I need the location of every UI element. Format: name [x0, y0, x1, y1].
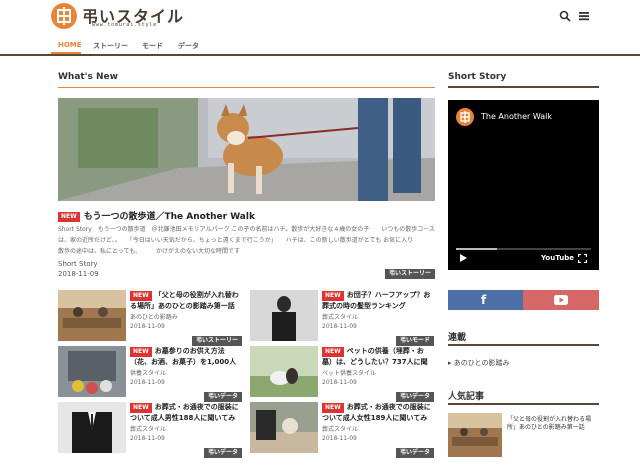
popular-divider: [448, 403, 599, 405]
new-badge: NEW: [322, 347, 344, 357]
card-category: 葬式スタイル: [322, 426, 359, 433]
popular-title: 人気記事: [448, 392, 485, 402]
short-story-divider: [448, 86, 599, 88]
card-thumbnail[interactable]: [58, 290, 126, 341]
nav-story[interactable]: ストーリー: [93, 41, 128, 51]
whats-new-title: What's New: [58, 72, 118, 82]
article-card[interactable]: NEW お団子？ハーフアップ？お葬式の時の髪型ランキング 葬式スタイル 2018-…: [250, 290, 434, 346]
series-title: 連載: [448, 333, 467, 343]
new-badge: NEW: [130, 291, 152, 301]
youtube-icon: [554, 295, 568, 305]
card-body: NEWお墓参りのお供え方法（花、お酒、お菓子）を1,000人に聞いてみた 供養ス…: [130, 346, 242, 386]
card-date: 2018-11-09: [130, 323, 165, 330]
card-title[interactable]: NEWお墓参りのお供え方法（花、お酒、お菓子）を1,000人に聞いてみた: [130, 346, 242, 366]
facebook-button[interactable]: f: [448, 290, 523, 310]
article-card[interactable]: NEWお葬式・お通夜での服装について成人女性189人に聞いてみた 葬式スタイル …: [250, 402, 434, 458]
card-category: 供養スタイル: [130, 370, 167, 377]
nav-mode[interactable]: モード: [142, 41, 163, 51]
video-title[interactable]: The Another Walk: [481, 112, 552, 121]
card-title[interactable]: NEWペットの供養（埋葬・お墓）は、どうしたい？737人に聞いてみた: [322, 346, 434, 366]
nav-active-indicator: [51, 52, 81, 54]
card-category-badge[interactable]: 弔いモード: [395, 336, 434, 346]
card-body: NEWお葬式・お通夜での服装について成人女性189人に聞いてみた 葬式スタイル …: [322, 402, 434, 442]
card-thumbnail[interactable]: [250, 290, 318, 341]
video-progress-fill: [456, 248, 497, 250]
article-card[interactable]: NEWペットの供養（埋葬・お墓）は、どうしたい？737人に聞いてみた ペット供養…: [250, 346, 434, 402]
new-badge: NEW: [130, 403, 152, 413]
whats-new-divider: [58, 87, 435, 88]
card-thumbnail[interactable]: [250, 402, 318, 453]
article-card[interactable]: NEWお墓参りのお供え方法（花、お酒、お菓子）を1,000人に聞いてみた 供養ス…: [58, 346, 242, 402]
card-body: NEW お団子？ハーフアップ？お葬式の時の髪型ランキング 葬式スタイル 2018-…: [322, 290, 434, 330]
hero-date: 2018-11-09: [58, 270, 99, 278]
popular-thumbnail[interactable]: [448, 413, 502, 457]
play-icon[interactable]: [458, 253, 468, 263]
hamburger-menu-icon[interactable]: [578, 10, 590, 22]
youtube-button[interactable]: [523, 290, 599, 310]
hero-image[interactable]: [58, 98, 435, 201]
card-category: 葬式スタイル: [130, 426, 167, 433]
card-category: 葬式スタイル: [322, 314, 359, 321]
hero-category-badge[interactable]: 弔いストーリー: [385, 269, 436, 279]
logo-mark-icon[interactable]: [51, 3, 77, 29]
new-badge: NEW: [58, 212, 80, 222]
hero-excerpt: Short Story もう一つの散歩道 ＠北鎌池田メモリアルパーク この子の名…: [58, 226, 435, 255]
card-body: NEWペットの供養（埋葬・お墓）は、どうしたい？737人に聞いてみた ペット供養…: [322, 346, 434, 386]
card-category-badge[interactable]: 弔いデータ: [395, 392, 434, 402]
new-badge: NEW: [130, 347, 152, 357]
card-category-badge[interactable]: 弔いデータ: [203, 392, 242, 402]
card-category-badge[interactable]: 弔いデータ: [203, 448, 242, 458]
popular-title-link[interactable]: 「父と母の役割が入れ替わる場所」あのひとの影踏み第一話: [507, 416, 599, 432]
card-title[interactable]: NEW 「父と母の役割が入れ替わる場所」あのひとの影踏み第一話: [130, 290, 242, 310]
hero-title-text[interactable]: もう一つの散歩道／The Another Walk: [84, 212, 255, 222]
channel-logo-icon[interactable]: [456, 108, 474, 126]
card-title[interactable]: NEWお葬式・お通夜での服装について成人男性188人に聞いてみた: [130, 402, 242, 422]
fullscreen-icon[interactable]: [577, 253, 588, 264]
card-title[interactable]: NEW お団子？ハーフアップ？お葬式の時の髪型ランキング: [322, 290, 434, 310]
series-item[interactable]: ▸ あのひとの影踏み: [448, 358, 509, 368]
card-thumbnail[interactable]: [58, 346, 126, 397]
card-date: 2018-11-09: [130, 379, 165, 386]
card-thumbnail[interactable]: [58, 402, 126, 453]
series-divider: [448, 344, 599, 346]
card-category-badge[interactable]: 弔いデータ: [395, 448, 434, 458]
card-body: NEW 「父と母の役割が入れ替わる場所」あのひとの影踏み第一話 あのひとの影踏み …: [130, 290, 242, 330]
card-date: 2018-11-09: [322, 435, 357, 442]
main-nav: HOME ストーリー モード データ: [0, 36, 640, 56]
card-category: あのひとの影踏み: [130, 314, 178, 321]
new-badge: NEW: [322, 291, 344, 301]
card-title[interactable]: NEWお葬式・お通夜での服装について成人女性189人に聞いてみた: [322, 402, 434, 422]
new-badge: NEW: [322, 403, 344, 413]
card-category-badge[interactable]: 弔いストーリー: [191, 336, 242, 346]
search-icon[interactable]: [559, 10, 571, 22]
nav-home[interactable]: HOME: [58, 41, 82, 49]
facebook-icon: f: [481, 293, 487, 307]
site-header: 弔いスタイル www.tomurai.style: [0, 0, 640, 36]
hero-title[interactable]: NEW もう一つの散歩道／The Another Walk: [58, 209, 255, 222]
youtube-wordmark[interactable]: YouTube: [541, 254, 574, 262]
hero-category: Short Story: [58, 260, 98, 268]
logo-url: www.tomurai.style: [92, 22, 157, 28]
card-body: NEWお葬式・お通夜での服装について成人男性188人に聞いてみた 葬式スタイル …: [130, 402, 242, 442]
card-thumbnail[interactable]: [250, 346, 318, 397]
nav-data[interactable]: データ: [178, 41, 199, 51]
card-date: 2018-11-09: [322, 323, 357, 330]
card-date: 2018-11-09: [130, 435, 165, 442]
short-story-title: Short Story: [448, 72, 507, 82]
card-category: ペット供養スタイル: [322, 370, 377, 377]
article-card[interactable]: NEW 「父と母の役割が入れ替わる場所」あのひとの影踏み第一話 あのひとの影踏み …: [58, 290, 242, 346]
article-card[interactable]: NEWお葬式・お通夜での服装について成人男性188人に聞いてみた 葬式スタイル …: [58, 402, 242, 458]
card-date: 2018-11-09: [322, 379, 357, 386]
